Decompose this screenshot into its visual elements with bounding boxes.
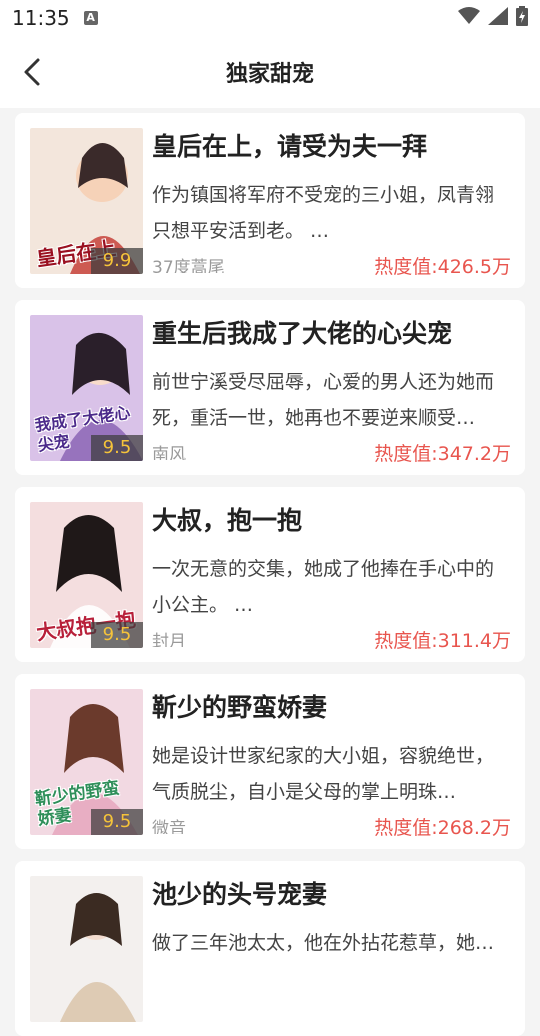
wifi-icon bbox=[458, 7, 480, 29]
score-badge: 9.5 bbox=[91, 809, 143, 835]
score-badge: 9.5 bbox=[91, 622, 143, 648]
book-title: 皇后在上，请受为夫一拜 bbox=[152, 132, 428, 161]
book-description: 做了三年池太太，他在外拈花惹草，她… bbox=[152, 932, 495, 954]
book-description: 作为镇国将军府不受宠的三小姐，凤青翎只想平安活到老。 … bbox=[152, 184, 495, 242]
book-title: 靳少的野蛮娇妻 bbox=[152, 693, 328, 722]
book-cover[interactable]: 大叔抱一抱 9.5 bbox=[30, 502, 143, 648]
score-badge: 9.9 bbox=[91, 248, 143, 274]
book-cover[interactable]: 皇后在上 9.9 bbox=[30, 128, 143, 274]
book-cover[interactable]: 靳少的野蛮娇妻 9.5 bbox=[30, 689, 143, 835]
book-author: 南风 bbox=[152, 445, 186, 460]
signal-icon bbox=[488, 7, 508, 29]
book-description: 她是设计世家纪家的大小姐，容貌绝世，气质脱尘，自小是父母的掌上明珠… bbox=[152, 745, 495, 803]
chevron-left-icon bbox=[24, 58, 40, 86]
status-time: 11:35 bbox=[12, 6, 70, 30]
book-card[interactable]: 皇后在上 9.9 皇后在上，请受为夫一拜 作为镇国将军府不受宠的三小姐，凤青翎只… bbox=[15, 113, 525, 288]
heat-value: 热度值:347.2万 bbox=[374, 443, 511, 465]
book-author: 37度蒿尾 bbox=[152, 258, 225, 273]
heat-value: 热度值:268.2万 bbox=[374, 817, 511, 839]
book-description: 前世宁溪受尽屈辱，心爱的男人还为她而死，重活一世，她再也不要逆来顺受… bbox=[152, 371, 495, 429]
book-card[interactable]: 大叔抱一抱 9.5 大叔，抱一抱 一次无意的交集，她成了他捧在手心中的小公主。 … bbox=[15, 487, 525, 662]
nav-bar: 独家甜宠 bbox=[0, 36, 540, 108]
battery-icon bbox=[516, 6, 528, 30]
book-cover[interactable]: 我成了大佬心尖宠 9.5 bbox=[30, 315, 143, 461]
book-title: 大叔，抱一抱 bbox=[152, 506, 303, 535]
book-author: 封月 bbox=[152, 632, 186, 647]
notification-icon: A bbox=[83, 11, 98, 25]
book-card[interactable]: 池少的头号宠妻 做了三年池太太，他在外拈花惹草，她… bbox=[15, 861, 525, 1036]
book-cover[interactable] bbox=[30, 876, 143, 1022]
book-title: 重生后我成了大佬的心尖宠 bbox=[152, 319, 453, 348]
book-title: 池少的头号宠妻 bbox=[152, 880, 328, 909]
back-button[interactable] bbox=[16, 54, 52, 90]
heat-value: 热度值:311.4万 bbox=[374, 630, 511, 652]
book-card[interactable]: 我成了大佬心尖宠 9.5 重生后我成了大佬的心尖宠 前世宁溪受尽屈辱，心爱的男人… bbox=[15, 300, 525, 475]
book-card[interactable]: 靳少的野蛮娇妻 9.5 靳少的野蛮娇妻 她是设计世家纪家的大小姐，容貌绝世，气质… bbox=[15, 674, 525, 849]
book-description: 一次无意的交集，她成了他捧在手心中的小公主。 … bbox=[152, 558, 495, 616]
status-bar: 11:35 A bbox=[0, 0, 540, 36]
book-author: 微音 bbox=[152, 819, 186, 834]
heat-value: 热度值:426.5万 bbox=[374, 256, 511, 278]
score-badge: 9.5 bbox=[91, 435, 143, 461]
page-title: 独家甜宠 bbox=[225, 62, 314, 87]
